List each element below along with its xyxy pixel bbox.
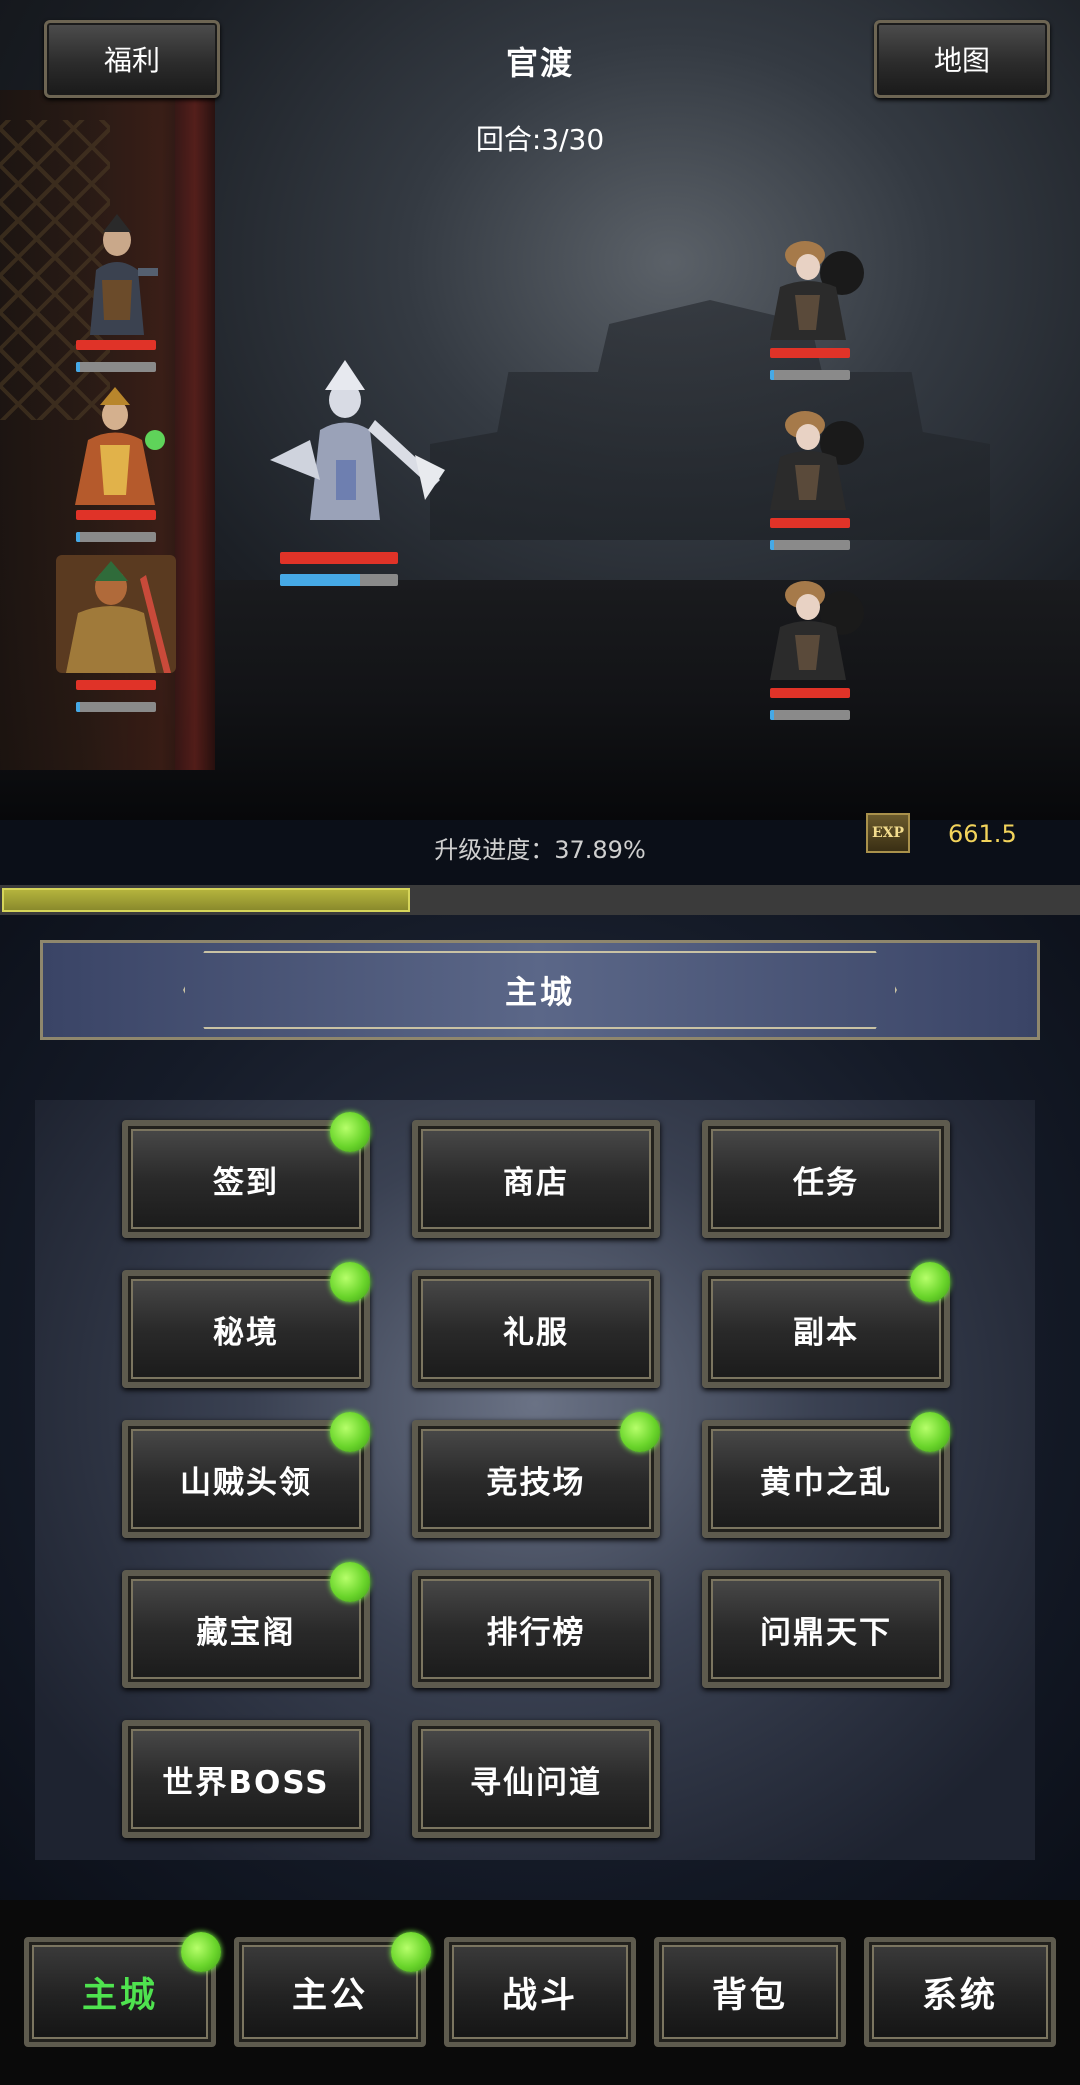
notification-dot-icon: [910, 1262, 950, 1302]
enemy-3-mp-bar: [770, 710, 850, 720]
notification-dot-icon: [620, 1412, 660, 1452]
warrior-portrait-icon: [90, 214, 158, 335]
enemy-2-hp-bar: [770, 518, 850, 528]
nav-tab[interactable]: 战斗: [444, 1937, 636, 2047]
ally-unit-3[interactable]: [56, 555, 176, 673]
exp-value: 661.5: [948, 820, 1017, 848]
map-button[interactable]: 地图: [874, 20, 1050, 98]
menu-button[interactable]: 任务: [702, 1120, 950, 1238]
notification-dot-icon: [391, 1932, 431, 1972]
ally-1-hp-bar: [76, 340, 156, 350]
enemy-2-mp-bar: [770, 540, 850, 550]
enemy-unit-1[interactable]: [750, 225, 870, 340]
nav-tab[interactable]: 系统: [864, 1937, 1056, 2047]
menu-button[interactable]: 礼服: [412, 1270, 660, 1388]
hero-mp-bar: [280, 574, 398, 586]
enemy-unit-2[interactable]: [750, 395, 870, 510]
notification-dot-icon: [181, 1932, 221, 1972]
exp-icon: EXP: [866, 813, 910, 853]
ally-2-mp-bar: [76, 532, 156, 542]
notification-dot-icon: [910, 1412, 950, 1452]
enemy-1-hp-bar: [770, 348, 850, 358]
armored-hero-icon: [270, 360, 445, 520]
ally-3-mp-bar: [76, 702, 156, 712]
panel-title: 主城: [504, 973, 575, 1011]
notification-dot-icon: [330, 1112, 370, 1152]
ally-2-hp-bar: [76, 510, 156, 520]
background-castle: [430, 300, 990, 540]
ally-unit-2[interactable]: [60, 385, 170, 505]
menu-button[interactable]: 世界BOSS: [122, 1720, 370, 1838]
level-progress-label: 升级进度：37.89%: [434, 836, 646, 864]
ally-unit-1[interactable]: [72, 210, 162, 335]
bandit-portrait-icon: [770, 241, 864, 340]
nav-tab[interactable]: 背包: [654, 1937, 846, 2047]
enemy-unit-3[interactable]: [750, 565, 870, 680]
round-counter: 回合:3/30: [475, 123, 605, 156]
level-progress-bar: [0, 885, 1080, 915]
level-progress-fill: [2, 888, 410, 912]
bandit-portrait-icon: [770, 411, 864, 510]
strategist-portrait-icon: [75, 387, 165, 505]
menu-button[interactable]: 寻仙问道: [412, 1720, 660, 1838]
notification-dot-icon: [330, 1262, 370, 1302]
ally-3-hp-bar: [76, 680, 156, 690]
menu-button[interactable]: 商店: [412, 1120, 660, 1238]
panel-banner: 主城: [40, 940, 1040, 1040]
enemy-3-hp-bar: [770, 688, 850, 698]
menu-button[interactable]: 排行榜: [412, 1570, 660, 1688]
notification-dot-icon: [330, 1412, 370, 1452]
notification-dot-icon: [330, 1562, 370, 1602]
ally-1-mp-bar: [76, 362, 156, 372]
general-portrait-icon: [56, 555, 176, 673]
enemy-1-mp-bar: [770, 370, 850, 380]
menu-button[interactable]: 问鼎天下: [702, 1570, 950, 1688]
hero-unit[interactable]: [250, 360, 450, 535]
bandit-portrait-icon: [770, 581, 864, 680]
hero-hp-bar: [280, 552, 398, 564]
